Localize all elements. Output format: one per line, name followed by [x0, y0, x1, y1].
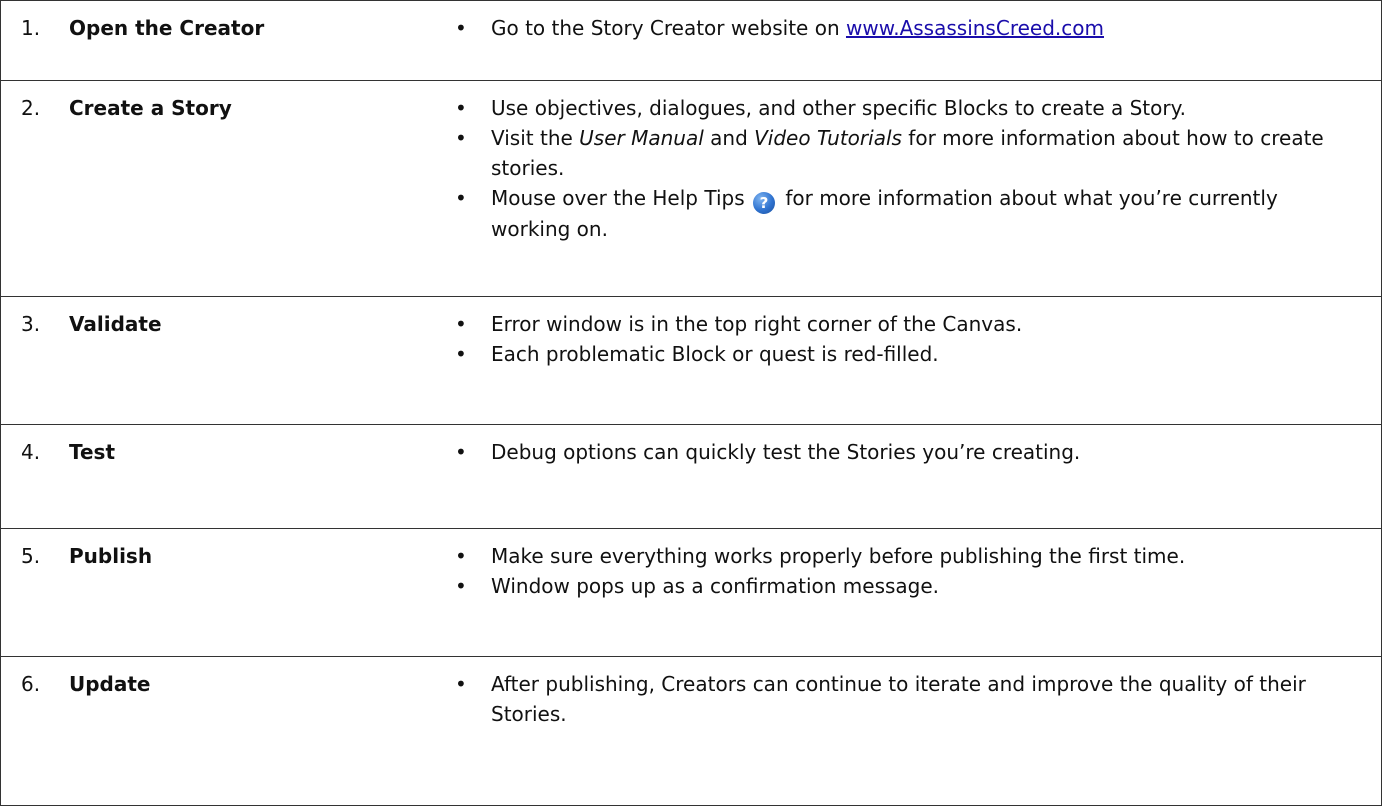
user-manual-text: User Manual — [579, 126, 704, 150]
step-row-publish: 5. Publish • Make sure everything works … — [1, 528, 1381, 656]
bullet-text: Go to the Story Creator website on — [491, 16, 846, 40]
bullet-icon: • — [455, 672, 467, 696]
bullet-text: Visit the — [491, 126, 580, 150]
bullet-text: Error window is in the top right corner … — [491, 312, 1023, 336]
bullet-icon: • — [455, 96, 467, 120]
step-row-create-story: 2. Create a Story • Use objectives, dial… — [1, 80, 1381, 296]
bullet-icon: • — [455, 342, 467, 366]
step-number: 1. — [21, 16, 41, 40]
step-title: Publish — [69, 544, 153, 568]
bullet-text: Make sure everything works properly befo… — [491, 544, 1186, 568]
step-title: Update — [69, 672, 151, 696]
step-number: 5. — [21, 544, 41, 568]
list-item: • Visit the User Manual and Video Tutori… — [441, 123, 1341, 183]
bullet-list: • Use objectives, dialogues, and other s… — [441, 93, 1341, 244]
bullet-icon: • — [455, 126, 467, 150]
bullet-text: and — [703, 126, 755, 150]
step-title: Test — [69, 440, 116, 464]
help-icon[interactable]: ? — [752, 192, 775, 214]
list-item: • Each problematic Block or quest is red… — [441, 339, 1341, 369]
list-item: • Mouse over the Help Tips ? for more in… — [441, 183, 1341, 244]
steps-table: 1. Open the Creator • Go to the Story Cr… — [0, 0, 1382, 806]
bullet-icon: • — [455, 440, 467, 464]
bullet-text: After publishing, Creators can continue … — [491, 672, 1306, 726]
bullet-list: • Debug options can quickly test the Sto… — [441, 437, 1341, 467]
step-number: 4. — [21, 440, 41, 464]
bullet-icon: • — [455, 16, 467, 40]
step-row-open-creator: 1. Open the Creator • Go to the Story Cr… — [1, 0, 1381, 80]
bullet-icon: • — [455, 574, 467, 598]
bullet-list: • Go to the Story Creator website on www… — [441, 13, 1341, 43]
step-title: Validate — [69, 312, 162, 336]
bullet-icon: • — [455, 544, 467, 568]
bullet-list: • Error window is in the top right corne… — [441, 309, 1341, 369]
bullet-list: • After publishing, Creators can continu… — [441, 669, 1341, 729]
step-title: Create a Story — [69, 96, 232, 120]
list-item: • Go to the Story Creator website on www… — [441, 13, 1341, 43]
list-item: • Use objectives, dialogues, and other s… — [441, 93, 1341, 123]
bullet-text: Window pops up as a confirmation message… — [491, 574, 940, 598]
step-number: 2. — [21, 96, 41, 120]
bullet-text: Debug options can quickly test the Stori… — [491, 440, 1081, 464]
step-title: Open the Creator — [69, 16, 265, 40]
bullet-text: Each problematic Block or quest is red-f… — [491, 342, 939, 366]
step-row-update: 6. Update • After publishing, Creators c… — [1, 656, 1381, 806]
list-item: • Debug options can quickly test the Sto… — [441, 437, 1341, 467]
assassins-creed-link[interactable]: www.AssassinsCreed.com — [846, 16, 1104, 40]
list-item: • Window pops up as a confirmation messa… — [441, 571, 1341, 601]
bullet-text: Use objectives, dialogues, and other spe… — [491, 96, 1186, 120]
bullet-icon: • — [455, 312, 467, 336]
step-row-test: 4. Test • Debug options can quickly test… — [1, 424, 1381, 528]
list-item: • After publishing, Creators can continu… — [441, 669, 1341, 729]
bullet-text: Mouse over the Help Tips — [491, 186, 751, 210]
list-item: • Error window is in the top right corne… — [441, 309, 1341, 339]
step-row-validate: 3. Validate • Error window is in the top… — [1, 296, 1381, 424]
list-item: • Make sure everything works properly be… — [441, 541, 1341, 571]
bullet-icon: • — [455, 186, 467, 210]
step-number: 3. — [21, 312, 41, 336]
video-tutorials-text: Video Tutorials — [754, 126, 902, 150]
step-number: 6. — [21, 672, 41, 696]
bullet-list: • Make sure everything works properly be… — [441, 541, 1341, 601]
